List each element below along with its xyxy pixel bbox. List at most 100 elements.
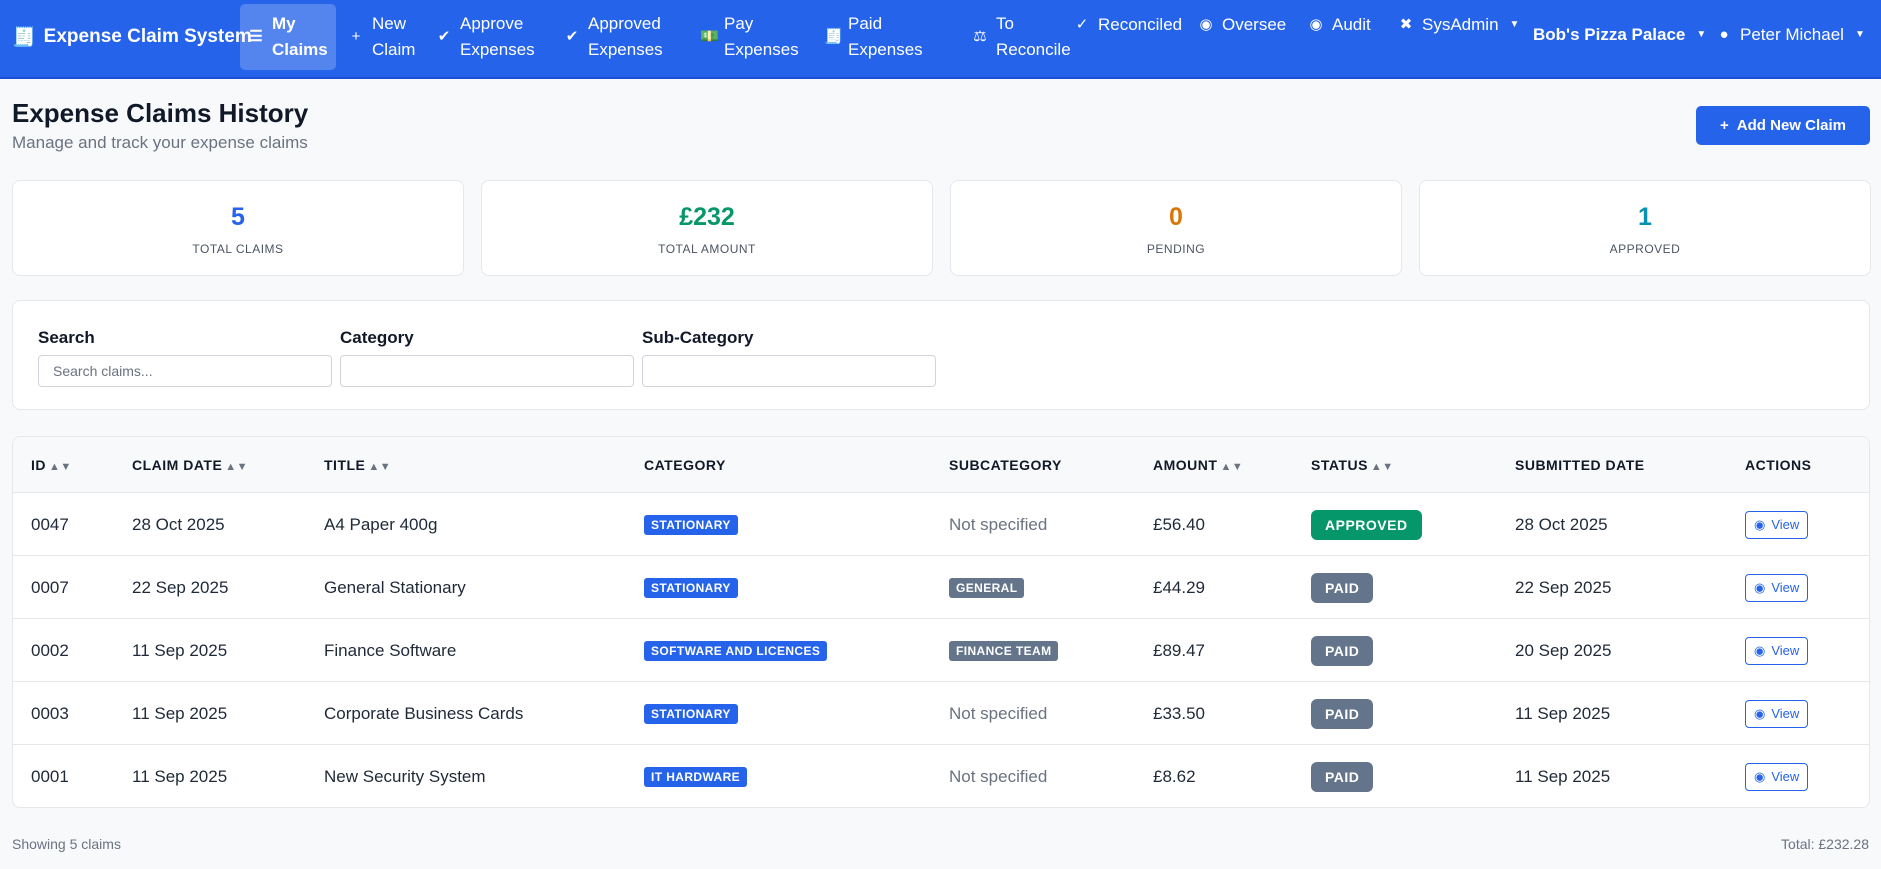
eye-icon: ◉	[1754, 642, 1766, 658]
submitted-date: 11 Sep 2025	[1515, 766, 1611, 786]
column-header-id[interactable]: ID ▲▼	[31, 457, 72, 473]
table-cell: £33.50	[1153, 682, 1205, 745]
company-dropdown[interactable]: Bob's Pizza Palace ▼	[1525, 14, 1714, 80]
table-cell: 11 Sep 2025	[1515, 682, 1610, 745]
status-badge: PAID	[1311, 698, 1374, 729]
nav-item-sysadmin[interactable]: ✖ SysAdmin ▼	[1390, 4, 1527, 70]
sort-icon: ▲▼	[368, 461, 392, 473]
brand[interactable]: 🧾 Expense Claim System	[12, 25, 252, 49]
eye-icon: ◉	[1754, 579, 1766, 595]
nav-item-approved-expenses[interactable]: ✔ Approved Expenses	[556, 4, 671, 70]
stat-label: TOTAL CLAIMS	[192, 242, 284, 256]
nav-item-my-claims[interactable]: ☰ My Claims	[240, 4, 336, 70]
subcategory-text: Not specified	[949, 703, 1048, 723]
nav-item-pay-expenses[interactable]: 💵 Pay Expenses	[692, 4, 807, 70]
table-cell: 28 Oct 2025	[132, 493, 225, 556]
stat-label: APPROVED	[1609, 242, 1681, 256]
sort-icon: ▲▼	[49, 461, 72, 473]
column-header-actions: ACTIONS	[1745, 457, 1812, 473]
table-cell: PAID	[1311, 745, 1374, 807]
stat-value: £232	[679, 203, 735, 231]
table-cell: Not specified	[949, 682, 1047, 745]
submitted-date: 28 Oct 2025	[1515, 514, 1608, 534]
table-cell: STATIONARY	[644, 682, 738, 745]
table-cell: 0007	[31, 556, 69, 619]
claim-title: General Stationary	[324, 577, 466, 597]
eye-icon: ◉	[1754, 516, 1766, 532]
table-cell: 0003	[31, 682, 69, 745]
sort-icon: ▲▼	[1220, 461, 1244, 473]
claim-amount: £56.40	[1153, 514, 1205, 534]
table-cell: 11 Sep 2025	[132, 619, 227, 682]
search-input[interactable]: Search claims...	[38, 355, 332, 387]
nav-item-label: Paid Expenses	[848, 14, 923, 59]
claim-date: 11 Sep 2025	[132, 766, 228, 786]
nav-item-paid-expenses[interactable]: 🧾 Paid Expenses	[816, 4, 931, 70]
category-badge: STATIONARY	[644, 703, 738, 724]
table-cell: Finance Software	[324, 619, 456, 682]
eye-icon: ◉	[1309, 16, 1323, 33]
view-button[interactable]: ◉ View	[1745, 699, 1809, 728]
nav-item-oversee[interactable]: ◉ Oversee	[1190, 4, 1294, 70]
claim-amount: £8.62	[1153, 766, 1196, 786]
subcategory-text: Not specified	[949, 766, 1048, 786]
double-check-icon: ✓	[1075, 16, 1089, 33]
status-badge: PAID	[1311, 572, 1374, 603]
table-cell: FINANCE TEAM	[949, 619, 1059, 682]
column-header-title[interactable]: TITLE ▲▼	[324, 457, 391, 473]
add-new-claim-button[interactable]: + Add New Claim	[1696, 106, 1870, 145]
claim-title: New Security System	[324, 766, 486, 786]
nav-item-new-claim[interactable]: + New Claim	[340, 4, 423, 70]
table-cell: 20 Sep 2025	[1515, 619, 1611, 682]
claim-id: 0002	[31, 640, 69, 660]
column-header-amount[interactable]: AMOUNT ▲▼	[1153, 457, 1243, 473]
nav-item-label: Pay Expenses	[724, 14, 799, 59]
submitted-date: 22 Sep 2025	[1515, 577, 1612, 597]
check-circle-icon: ✔	[565, 28, 579, 45]
view-button[interactable]: ◉ View	[1745, 573, 1809, 602]
table-cell: PAID	[1311, 619, 1374, 682]
view-button[interactable]: ◉ View	[1745, 636, 1809, 665]
status-badge: PAID	[1311, 635, 1374, 666]
eye-icon: ◉	[1754, 705, 1766, 721]
scale-icon: ⚖	[973, 28, 987, 45]
view-button[interactable]: ◉ View	[1745, 762, 1809, 791]
receipt-icon: 🧾	[12, 27, 36, 48]
table-cell: ◉ View	[1745, 493, 1809, 556]
claim-date: 28 Oct 2025	[132, 514, 225, 534]
table-cell: 11 Sep 2025	[1515, 745, 1611, 807]
nav-item-label: New Claim	[372, 14, 416, 59]
table-cell: STATIONARY	[644, 556, 738, 619]
table-row: 0003 11 Sep 2025 Corporate Business Cards S…	[13, 682, 1869, 745]
invoice-icon: 🧾	[824, 28, 843, 45]
table-cell: 0002	[31, 619, 69, 682]
category-select[interactable]	[340, 355, 634, 387]
subcategory-select[interactable]	[642, 355, 936, 387]
table-cell: SOFTWARE AND LICENCES	[644, 619, 828, 682]
column-header-status[interactable]: STATUS ▲▼	[1311, 457, 1394, 473]
stat-label: TOTAL AMOUNT	[658, 242, 756, 256]
table-cell: New Security System	[324, 745, 486, 807]
claims-table: ID ▲▼ CLAIM DATE ▲▼ TITLE ▲▼ CATEGORY SUBCATEGO…	[12, 436, 1870, 808]
category-badge: STATIONARY	[644, 514, 738, 535]
column-header-claim-date[interactable]: CLAIM DATE ▲▼	[132, 457, 248, 473]
nav-item-audit[interactable]: ◉ Audit	[1300, 4, 1379, 70]
nav-item-reconciled[interactable]: ✓ Reconciled	[1066, 4, 1190, 70]
view-button[interactable]: ◉ View	[1745, 510, 1809, 539]
claim-title: Corporate Business Cards	[324, 703, 524, 723]
submitted-date: 20 Sep 2025	[1515, 640, 1612, 660]
table-cell: ◉ View	[1745, 619, 1809, 682]
user-dropdown[interactable]: ● Peter Michael ▼	[1708, 14, 1873, 80]
table-header: ID ▲▼ CLAIM DATE ▲▼ TITLE ▲▼ CATEGORY SUBCATEGO…	[13, 437, 1869, 493]
nav-item-to-reconcile[interactable]: ⚖ To Reconcile	[964, 4, 1079, 70]
column-header-category: CATEGORY	[644, 457, 726, 473]
table-cell: PAID	[1311, 682, 1374, 745]
stat-card-total-claims: 5 TOTAL CLAIMS	[12, 180, 464, 276]
nav-item-approve-expenses[interactable]: ✔ Approve Expenses	[428, 4, 543, 70]
eye-icon: ◉	[1754, 768, 1766, 784]
column-header-submitted-date: SUBMITTED DATE	[1515, 457, 1645, 473]
category-badge: IT HARDWARE	[644, 766, 748, 787]
table-cell: ◉ View	[1745, 745, 1809, 807]
money-icon: 💵	[700, 28, 719, 45]
column-header-subcategory: SUBCATEGORY	[949, 457, 1062, 473]
